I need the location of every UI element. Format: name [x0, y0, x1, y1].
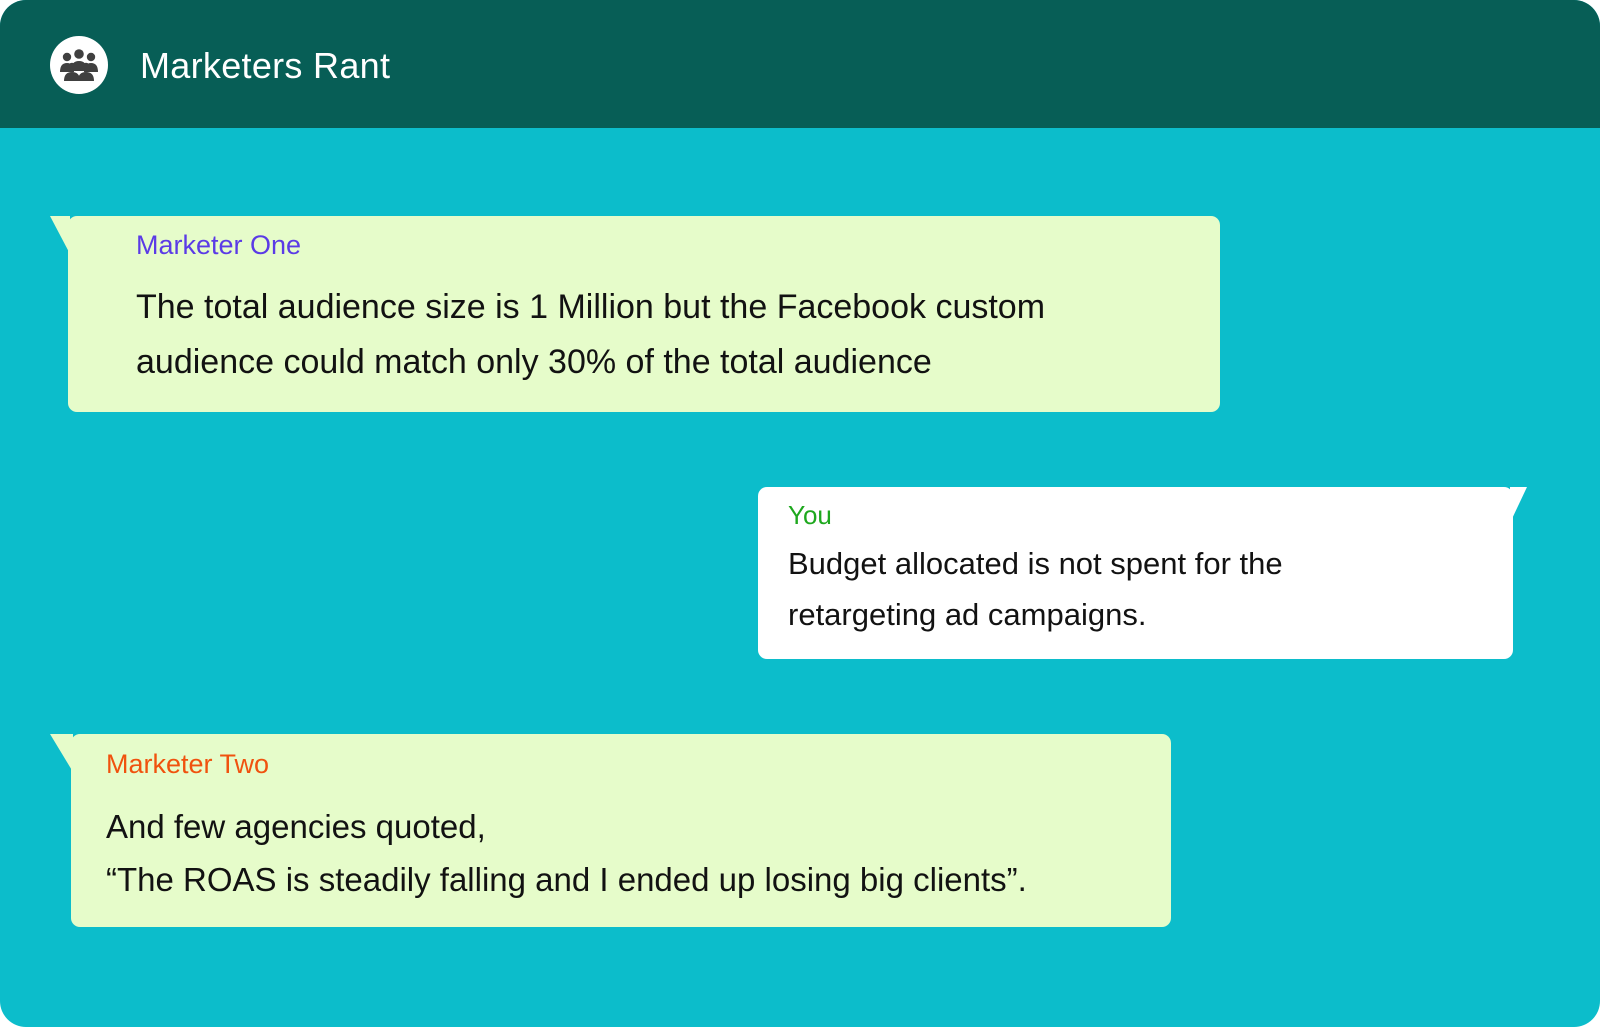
- chat-window: Marketers Rant Marketer One The total au…: [0, 0, 1600, 1027]
- message-list[interactable]: Marketer One The total audience size is …: [0, 128, 1600, 1027]
- message-text: The total audience size is 1 Million but…: [136, 288, 1046, 381]
- message-bubble-marketer-two[interactable]: Marketer Two And few agencies quoted, “T…: [71, 734, 1171, 927]
- message-bubble-marketer-one[interactable]: Marketer One The total audience size is …: [68, 216, 1220, 412]
- group-icon: [54, 40, 104, 90]
- message-bubble-you[interactable]: You Budget allocated is not spent for th…: [758, 487, 1513, 659]
- message-sender: Marketer One: [136, 230, 302, 260]
- chat-header: Marketers Rant: [0, 0, 1600, 128]
- message-text: Budget allocated is not spent for the re…: [788, 546, 1283, 632]
- chat-title: Marketers Rant: [140, 45, 391, 86]
- message-sender: You: [788, 500, 832, 530]
- message-text: And few agencies quoted, “The ROAS is st…: [106, 808, 1027, 898]
- bubble-tail-incoming: [50, 734, 73, 772]
- bubble-tail-incoming: [50, 216, 70, 254]
- group-avatar[interactable]: [50, 36, 108, 94]
- message-sender: Marketer Two: [106, 749, 270, 779]
